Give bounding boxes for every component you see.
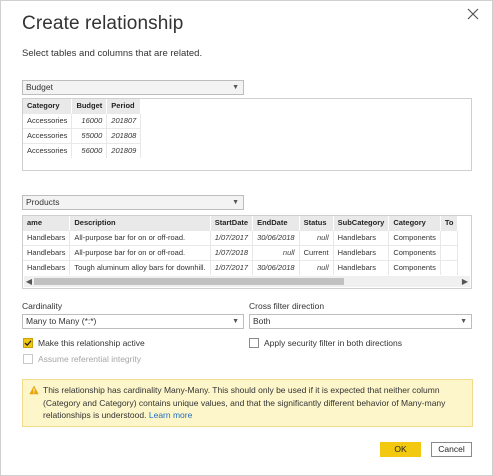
ok-button[interactable]: OK: [380, 442, 421, 457]
column-header: EndDate: [252, 216, 300, 230]
table-row: Handlebars Tough aluminum alloy bars for …: [23, 259, 459, 275]
chevron-down-icon: ▼: [232, 318, 239, 325]
table-cell: 1/07/2017: [210, 259, 254, 275]
table-cell: Handlebars: [333, 229, 390, 245]
table-row: Accessories 56000 201809: [23, 142, 142, 158]
table-row: Accessories 16000 201807: [23, 112, 142, 128]
table-cell: 201808: [106, 127, 142, 143]
chevron-down-icon: ▼: [232, 84, 239, 91]
security-checkbox[interactable]: [249, 338, 259, 348]
table-cell: All-purpose bar for on or off-road.: [69, 229, 211, 245]
cardinality-value: Many to Many (*:*): [26, 316, 97, 326]
warning-text: This relationship has cardinality Many-M…: [43, 385, 446, 420]
active-checkbox-label: Make this relationship active: [38, 338, 145, 348]
table-cell: Handlebars: [23, 244, 71, 260]
table-cell: 1/07/2018: [210, 244, 254, 260]
table1-grid: Category Budget Period Accessories 16000 201…: [23, 99, 142, 158]
column-header: Category: [23, 99, 73, 113]
column-header: Budget: [71, 99, 108, 113]
active-checkbox[interactable]: [23, 338, 33, 348]
create-relationship-dialog: Create relationship Select tables and co…: [0, 0, 493, 476]
referential-checkbox: [23, 354, 33, 364]
referential-checkbox-label: Assume referential integrity: [38, 354, 141, 364]
table2-preview: ame Description StartDate EndDate Status SubC…: [22, 215, 472, 289]
chevron-down-icon: ▼: [232, 199, 239, 206]
table1-select[interactable]: Budget ▼: [22, 80, 244, 95]
table-cell: 30/06/2018: [252, 229, 300, 245]
table-cell: Handlebars: [333, 259, 390, 275]
table-cell: null: [299, 259, 334, 275]
scrollbar-thumb[interactable]: [34, 278, 344, 285]
security-checkbox-row[interactable]: Apply security filter in both directions: [249, 338, 402, 348]
table-cell: Components: [388, 259, 441, 275]
active-checkbox-row[interactable]: Make this relationship active: [23, 338, 145, 348]
column-header: SubCategory: [333, 216, 390, 230]
table-cell: 55000: [71, 127, 108, 143]
column-header: Status: [299, 216, 334, 230]
table2-select-value: Products: [26, 197, 60, 207]
table-cell: [440, 259, 459, 275]
cardinality-label: Cardinality: [22, 301, 63, 311]
cardinality-select[interactable]: Many to Many (*:*) ▼: [22, 314, 244, 329]
table-cell: All-purpose bar for on or off-road.: [69, 244, 211, 260]
table-cell: Components: [388, 244, 441, 260]
table1-preview: Category Budget Period Accessories 16000 201…: [22, 98, 472, 171]
cross-filter-select[interactable]: Both ▼: [249, 314, 472, 329]
security-checkbox-label: Apply security filter in both directions: [264, 338, 402, 348]
cross-filter-label: Cross filter direction: [249, 301, 325, 311]
table-cell: 1/07/2017: [210, 229, 254, 245]
table-cell: 30/06/2018: [252, 259, 300, 275]
table-cell: 16000: [71, 112, 108, 128]
table-cell: 201809: [106, 142, 142, 158]
warning-icon: [29, 385, 39, 395]
column-header: Description: [69, 216, 211, 230]
close-icon[interactable]: [466, 7, 480, 21]
cardinality-warning: This relationship has cardinality Many-M…: [22, 379, 473, 427]
column-header: To: [440, 216, 459, 230]
table-cell: [440, 244, 459, 260]
table1-select-value: Budget: [26, 82, 53, 92]
learn-more-link[interactable]: Learn more: [149, 410, 192, 420]
dialog-subtitle: Select tables and columns that are relat…: [22, 48, 203, 59]
table-cell: Components: [388, 229, 441, 245]
column-header: Category: [388, 216, 441, 230]
column-header: ame: [23, 216, 71, 230]
table-cell: Accessories: [23, 142, 73, 158]
table-row: Accessories 55000 201808: [23, 127, 142, 143]
table-cell: 201807: [106, 112, 142, 128]
dialog-title: Create relationship: [22, 13, 184, 34]
table-row: Handlebars All-purpose bar for on or off-…: [23, 229, 459, 245]
column-header: Period: [106, 99, 142, 113]
table-cell: Handlebars: [23, 229, 71, 245]
table2-grid: ame Description StartDate EndDate Status SubC…: [23, 216, 459, 275]
table-cell: null: [252, 244, 300, 260]
table-cell: Accessories: [23, 127, 73, 143]
scroll-right-icon[interactable]: ▶: [460, 276, 470, 287]
horizontal-scrollbar[interactable]: ◀ ▶: [24, 276, 470, 287]
check-icon: [24, 340, 32, 347]
table-cell: Tough aluminum alloy bars for downhill.: [69, 259, 211, 275]
table-cell: 56000: [71, 142, 108, 158]
table-row: Handlebars All-purpose bar for on or off-…: [23, 244, 459, 260]
table-cell: Handlebars: [23, 259, 71, 275]
cross-filter-value: Both: [253, 316, 271, 326]
referential-checkbox-row: Assume referential integrity: [23, 354, 141, 364]
scroll-left-icon[interactable]: ◀: [24, 276, 34, 287]
chevron-down-icon: ▼: [460, 318, 467, 325]
table2-select[interactable]: Products ▼: [22, 195, 244, 210]
cancel-button[interactable]: Cancel: [431, 442, 472, 457]
table-cell: [440, 229, 459, 245]
column-header: StartDate: [210, 216, 254, 230]
table-cell: Accessories: [23, 112, 73, 128]
table-cell: null: [299, 229, 334, 245]
table-cell: Handlebars: [333, 244, 390, 260]
table-cell: Current: [299, 244, 334, 260]
